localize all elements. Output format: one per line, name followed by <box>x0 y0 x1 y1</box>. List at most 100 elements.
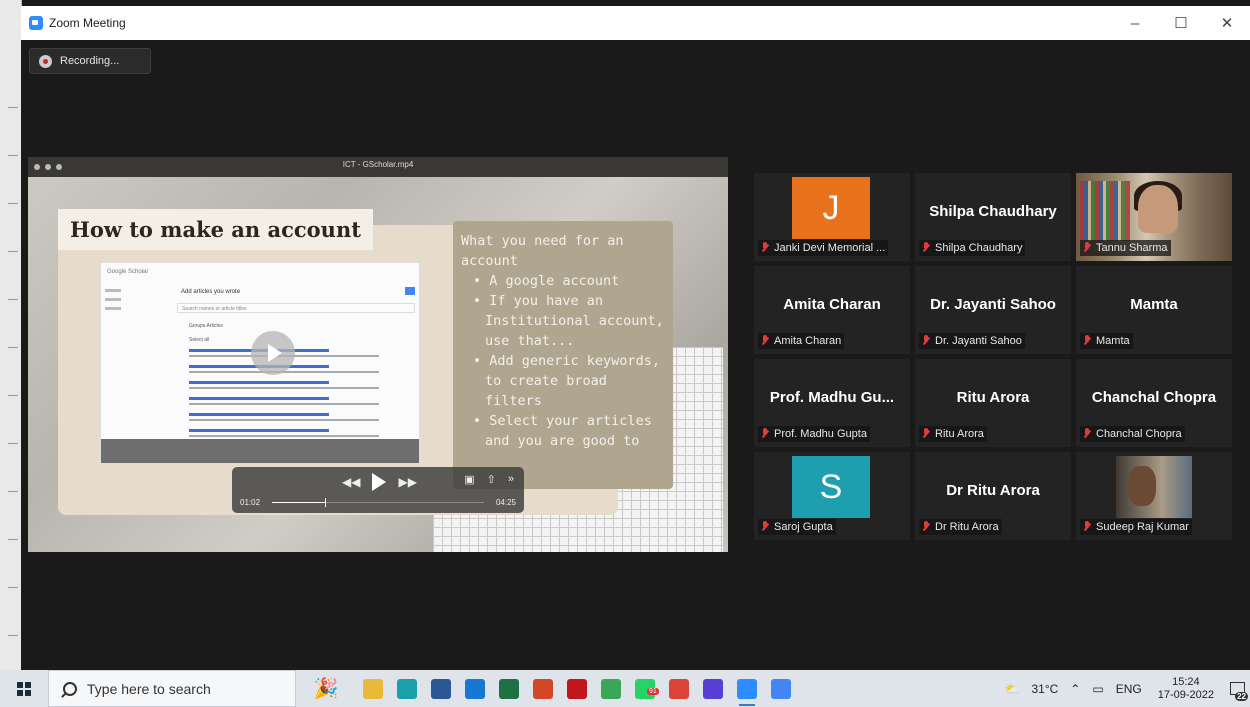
festive-decoration-icon[interactable]: 🎉 <box>296 670 356 707</box>
current-time: 01:02 <box>240 498 261 507</box>
word-icon[interactable] <box>424 670 458 707</box>
participant-label: Prof. Madhu Gupta <box>758 426 870 442</box>
participant-label: Dr Ritu Arora <box>919 519 1002 535</box>
close-button[interactable]: ✕ <box>1204 6 1250 40</box>
notes-item: If you have an Institutional account, us… <box>461 291 665 351</box>
participant-tile[interactable]: Chanchal Chopra Chanchal Chopra <box>1076 359 1232 447</box>
muted-mic-icon <box>921 521 931 533</box>
participant-tile[interactable]: Ritu Arora Ritu Arora <box>915 359 1071 447</box>
scholar-result <box>189 413 399 421</box>
ruler <box>8 60 18 660</box>
video-player-controls[interactable]: ◀◀ ▶▶ ▣ ⇧ » 01:02 04:25 <box>232 467 524 513</box>
notification-count: 22 <box>1235 692 1248 701</box>
scholar-result <box>189 381 399 389</box>
participant-display-name: Chanchal Chopra <box>1091 389 1217 406</box>
participant-label: Saroj Gupta <box>758 519 836 535</box>
notes-list: A google accountIf you have an Instituti… <box>461 271 665 451</box>
participant-label-text: Amita Charan <box>774 335 842 347</box>
participant-label-text: Dr Ritu Arora <box>935 521 999 533</box>
clock-date: 17-09-2022 <box>1157 688 1214 701</box>
participant-label-text: Saroj Gupta <box>774 521 833 533</box>
notifications-button[interactable]: 22 <box>1224 670 1250 707</box>
participant-label-text: Chanchal Chopra <box>1096 428 1182 440</box>
recording-indicator[interactable]: Recording... <box>29 48 151 74</box>
participant-tile[interactable]: Dr. Jayanti Sahoo Dr. Jayanti Sahoo <box>915 266 1071 354</box>
participant-tile[interactable]: Shilpa Chaudhary Shilpa Chaudhary <box>915 173 1071 261</box>
mail-icon[interactable] <box>458 670 492 707</box>
participant-label: Janki Devi Memorial ... <box>758 240 889 256</box>
slide-background: How to make an account Google Scholar Ad… <box>28 177 728 552</box>
app-green-icon[interactable] <box>594 670 628 707</box>
participant-display-name: Mamta <box>1130 296 1178 313</box>
scholar-next-button <box>405 287 415 295</box>
participant-tile[interactable]: Tannu Sharma <box>1076 173 1232 261</box>
chrome-icon[interactable] <box>662 670 696 707</box>
powerpoint-icon[interactable] <box>526 670 560 707</box>
forward-icon[interactable]: ▶▶ <box>398 475 416 489</box>
scholar-result <box>189 397 399 405</box>
clock[interactable]: 15:24 17-09-2022 <box>1158 676 1214 702</box>
pip-icon[interactable]: ▣ <box>464 473 474 486</box>
more-icon[interactable]: » <box>508 473 514 486</box>
meeting-area: Recording... ICT - GScholar.mp4 How to m… <box>21 40 1250 670</box>
scholar-header: Add articles you wrote <box>181 289 241 295</box>
muted-mic-icon <box>921 242 931 254</box>
recording-icon <box>39 54 52 68</box>
participant-tile[interactable]: Sudeep Raj Kumar <box>1076 452 1232 540</box>
share-icon[interactable]: ⇧ <box>487 473 496 486</box>
participant-label: Chanchal Chopra <box>1080 426 1185 442</box>
participant-tile[interactable]: J Janki Devi Memorial ... <box>754 173 910 261</box>
total-time: 04:25 <box>495 498 516 507</box>
participant-tile[interactable]: Dr Ritu Arora Dr Ritu Arora <box>915 452 1071 540</box>
scholar-logo: Google Scholar <box>107 269 149 275</box>
excel-icon[interactable] <box>492 670 526 707</box>
scholar-tabs: Groups Articles <box>189 323 223 329</box>
participant-tile[interactable]: S Saroj Gupta <box>754 452 910 540</box>
participant-label-text: Ritu Arora <box>935 428 984 440</box>
participant-tile[interactable]: Amita Charan Amita Charan <box>754 266 910 354</box>
participant-display-name: Dr. Jayanti Sahoo <box>930 296 1056 313</box>
start-button[interactable] <box>0 670 48 707</box>
participant-display-name: Prof. Madhu Gu... <box>769 389 895 406</box>
rewind-icon[interactable]: ◀◀ <box>342 475 360 489</box>
weather-temp[interactable]: 31°C <box>1031 682 1058 696</box>
maximize-button[interactable]: ☐ <box>1158 6 1204 40</box>
video-feed <box>1116 456 1192 518</box>
avatar: J <box>792 177 870 239</box>
inner-player-bar <box>101 439 419 463</box>
search-icon <box>63 681 77 696</box>
file-explorer-icon[interactable] <box>356 670 390 707</box>
scholar-screenshot: Google Scholar Add articles you wrote Se… <box>100 262 420 464</box>
title-bar: Zoom Meeting – ☐ ✕ <box>21 6 1250 41</box>
webex-icon[interactable] <box>696 670 730 707</box>
show-hidden-icons-icon[interactable]: ⌃ <box>1070 682 1080 696</box>
notes-heading: What you need for an account <box>461 233 624 269</box>
edge-icon[interactable] <box>390 670 424 707</box>
participant-display-name: Ritu Arora <box>956 389 1030 406</box>
participant-tile[interactable]: Mamta Mamta <box>1076 266 1232 354</box>
zoom-logo-icon <box>29 16 43 30</box>
notes-panel: What you need for an account A google ac… <box>453 221 673 489</box>
play-icon[interactable] <box>372 473 387 491</box>
windows-icon <box>17 681 31 696</box>
taskbar-search[interactable]: Type here to search <box>48 670 296 707</box>
muted-mic-icon <box>1082 428 1092 440</box>
minimize-button[interactable]: – <box>1112 6 1158 40</box>
participant-label: Sudeep Raj Kumar <box>1080 519 1192 535</box>
progress-slider[interactable] <box>272 498 484 507</box>
netflix-icon[interactable] <box>560 670 594 707</box>
scholar-select-all: Select all <box>189 337 210 343</box>
network-icon[interactable]: ▭ <box>1092 682 1103 696</box>
recording-label: Recording... <box>60 55 120 67</box>
scholar-search: Search names or article titles <box>177 303 415 313</box>
window-title: Zoom Meeting <box>49 16 126 30</box>
participant-tile[interactable]: Prof. Madhu Gu... Prof. Madhu Gupta <box>754 359 910 447</box>
muted-mic-icon <box>760 335 770 347</box>
whatsapp-icon[interactable]: 91 <box>628 670 662 707</box>
zoom-icon[interactable] <box>730 670 764 707</box>
weather-icon[interactable]: ⛅ <box>1005 682 1020 696</box>
language-indicator[interactable]: ENG <box>1116 682 1142 696</box>
chrome-blue-icon[interactable] <box>764 670 798 707</box>
participant-label: Dr. Jayanti Sahoo <box>919 333 1025 349</box>
muted-mic-icon <box>1082 242 1092 254</box>
